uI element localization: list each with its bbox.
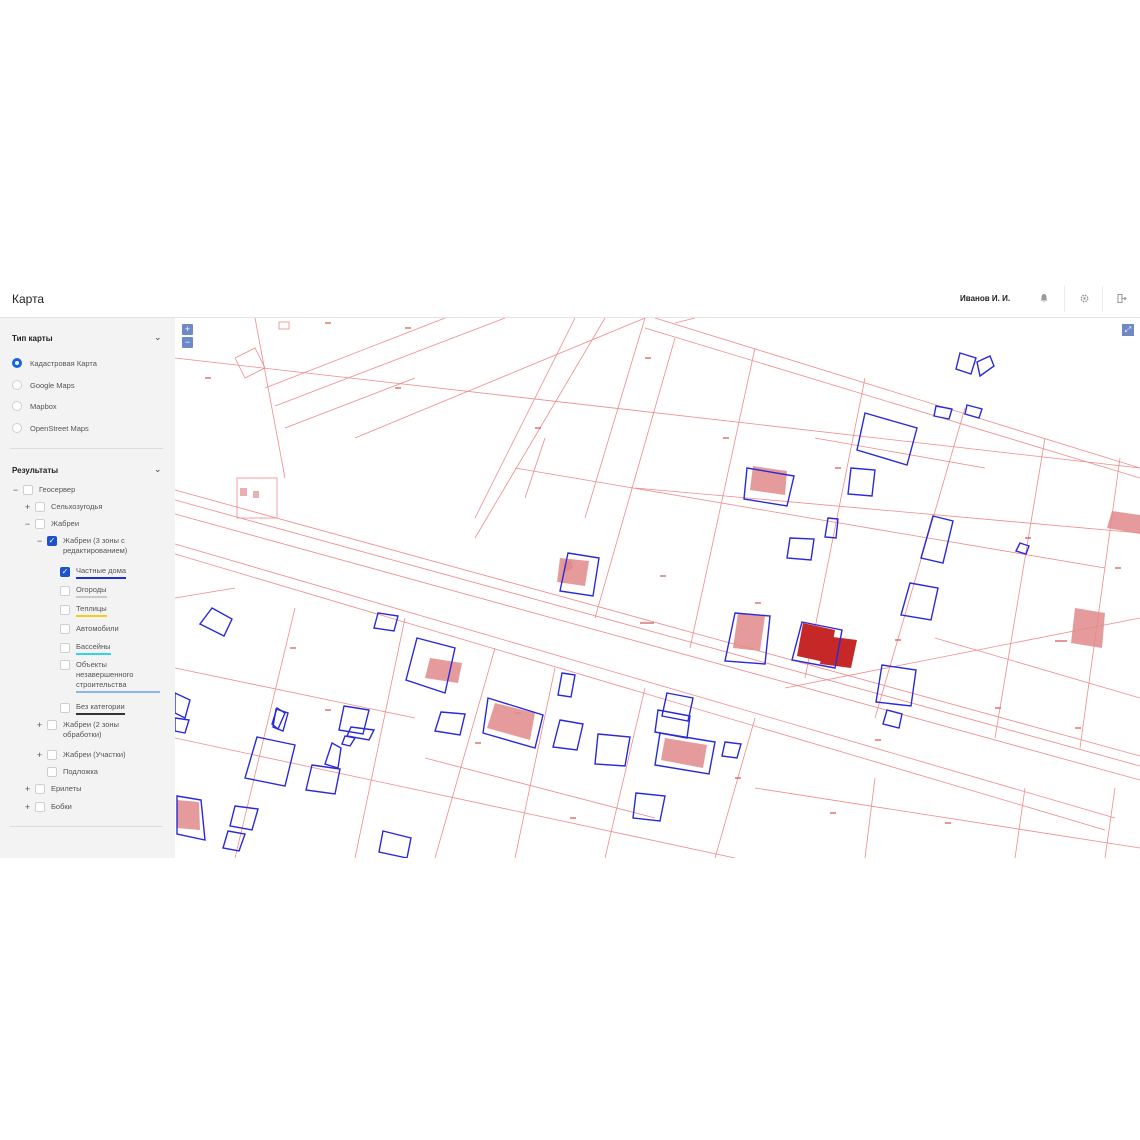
tree-item-label: Жабреи (3 зоны с редактированием) — [63, 536, 128, 555]
checkbox[interactable] — [47, 750, 57, 760]
tree-item-label: Огороды — [76, 585, 107, 598]
expand-icon[interactable]: + — [23, 784, 32, 794]
checkbox[interactable] — [23, 485, 33, 495]
bell-icon[interactable] — [1036, 290, 1052, 306]
tree-item-label: Бассейны — [76, 642, 111, 655]
checkbox[interactable] — [35, 784, 45, 794]
app-window: Карта Иванов И. И. Тип карты ⌄ Кадастров… — [0, 280, 1140, 858]
tree-item-greenhouses[interactable]: Теплицы — [60, 603, 107, 617]
tree-item-zhabrei-3-zones[interactable]: − ✓ Жабреи (3 зоны с редактированием) — [35, 536, 143, 560]
tree-item-label: Жабреи (2 зоны обработки) — [63, 720, 119, 739]
header: Карта Иванов И. И. — [0, 280, 1140, 318]
header-divider — [1064, 286, 1065, 312]
tree-item-basemap[interactable]: Подложка — [47, 765, 98, 779]
checkbox[interactable] — [60, 605, 70, 615]
detected-objects[interactable] — [175, 352, 1030, 858]
collapse-icon[interactable]: − — [23, 519, 32, 529]
checkbox[interactable] — [35, 502, 45, 512]
tree-item-geoserver[interactable]: − Геосервер — [11, 483, 75, 497]
chevron-down-icon[interactable]: ⌄ — [154, 464, 162, 475]
zoom-out-button[interactable]: − — [182, 337, 193, 348]
tree-item-zhabrei-2-zones[interactable]: + Жабреи (2 зоны обработки) — [35, 720, 143, 744]
header-divider — [1102, 286, 1103, 312]
tree-item-no-category[interactable]: Без категории — [60, 701, 125, 715]
radio-label: OpenStreet Maps — [30, 423, 89, 433]
collapse-icon[interactable]: − — [11, 485, 20, 495]
radio-button[interactable] — [12, 401, 22, 411]
tree-item-zhabrei[interactable]: − Жабреи — [23, 517, 79, 531]
tree-item-label: Без категории — [76, 702, 125, 715]
tree-item-label: Жабреи — [51, 519, 80, 528]
radio-label: Google Maps — [30, 380, 75, 390]
tree-item-label: Теплицы — [76, 604, 107, 617]
tree-item-unfinished[interactable]: Объекты незавершенного строительства — [60, 660, 160, 696]
radio-cadastral[interactable]: Кадастровая Карта — [12, 356, 97, 370]
radio-button[interactable] — [12, 380, 22, 390]
checkbox[interactable] — [60, 660, 70, 670]
expand-icon[interactable]: + — [35, 720, 44, 730]
divider — [10, 448, 163, 449]
fullscreen-icon[interactable]: ⤢ — [1122, 324, 1134, 336]
map-type-title: Тип карты — [12, 334, 53, 343]
tree-item-label: Автомобили — [76, 624, 119, 633]
tree-item-erilety[interactable]: + Ерилеты — [23, 782, 82, 796]
tree-item-cars[interactable]: Автомобили — [60, 622, 119, 636]
tree-item-zhabrei-plots[interactable]: + Жабреи (Участки) — [35, 748, 126, 762]
user-name[interactable]: Иванов И. И. — [960, 294, 1010, 303]
tree-item-label: Ерилеты — [51, 784, 82, 793]
gear-icon[interactable] — [1076, 290, 1092, 306]
expand-icon[interactable]: + — [35, 750, 44, 760]
tree-item-label: Жабреи (Участки) — [63, 750, 126, 759]
radio-button[interactable] — [12, 423, 22, 433]
checkbox-checked[interactable]: ✓ — [47, 536, 57, 546]
checkbox[interactable] — [60, 624, 70, 634]
map-canvas[interactable]: + − ⤢ — [175, 318, 1140, 858]
tree-item-label: Сельхозугодья — [51, 502, 103, 511]
building-footprints[interactable] — [177, 321, 1140, 830]
tree-item-label: Подложка — [63, 767, 98, 776]
parcel-lines — [175, 318, 1140, 858]
tree-item-label: Объекты незавершенного строительства — [76, 660, 160, 693]
chevron-down-icon[interactable]: ⌄ — [154, 332, 162, 343]
zoom-in-button[interactable]: + — [182, 324, 193, 335]
radio-google-maps[interactable]: Google Maps — [12, 378, 75, 392]
tree-item-label: Бобки — [51, 802, 72, 811]
checkbox[interactable] — [60, 703, 70, 713]
tree-item-pools[interactable]: Бассейны — [60, 641, 111, 655]
radio-label: Mapbox — [30, 401, 57, 411]
checkbox-checked[interactable]: ✓ — [60, 567, 70, 577]
radio-openstreet-maps[interactable]: OpenStreet Maps — [12, 421, 89, 435]
tree-item-label: Геосервер — [39, 485, 76, 494]
checkbox[interactable] — [60, 586, 70, 596]
cadastral-map[interactable] — [175, 318, 1140, 858]
expand-icon[interactable]: + — [23, 802, 32, 812]
checkbox[interactable] — [35, 802, 45, 812]
divider — [10, 826, 163, 827]
tree-item-private-houses[interactable]: ✓ Частные дома — [60, 565, 127, 579]
parcel-labels — [205, 322, 1121, 824]
sidebar: Тип карты ⌄ Кадастровая Карта Google Map… — [0, 318, 175, 858]
radio-mapbox[interactable]: Mapbox — [12, 399, 57, 413]
logout-icon[interactable] — [1113, 290, 1129, 306]
expand-icon[interactable]: + — [23, 502, 32, 512]
radio-label: Кадастровая Карта — [30, 358, 97, 368]
tree-item-gardens[interactable]: Огороды — [60, 584, 107, 598]
checkbox[interactable] — [35, 519, 45, 529]
radio-button[interactable] — [12, 358, 22, 368]
results-title: Результаты — [12, 466, 59, 475]
checkbox[interactable] — [47, 767, 57, 777]
tree-item-bobki[interactable]: + Бобки — [23, 800, 72, 814]
checkbox[interactable] — [60, 643, 70, 653]
checkbox[interactable] — [47, 720, 57, 730]
tree-item-agricultural[interactable]: + Сельхозугодья — [23, 500, 102, 514]
page-title: Карта — [12, 292, 45, 306]
tree-item-label: Частные дома — [76, 566, 127, 579]
collapse-icon[interactable]: − — [35, 536, 44, 546]
